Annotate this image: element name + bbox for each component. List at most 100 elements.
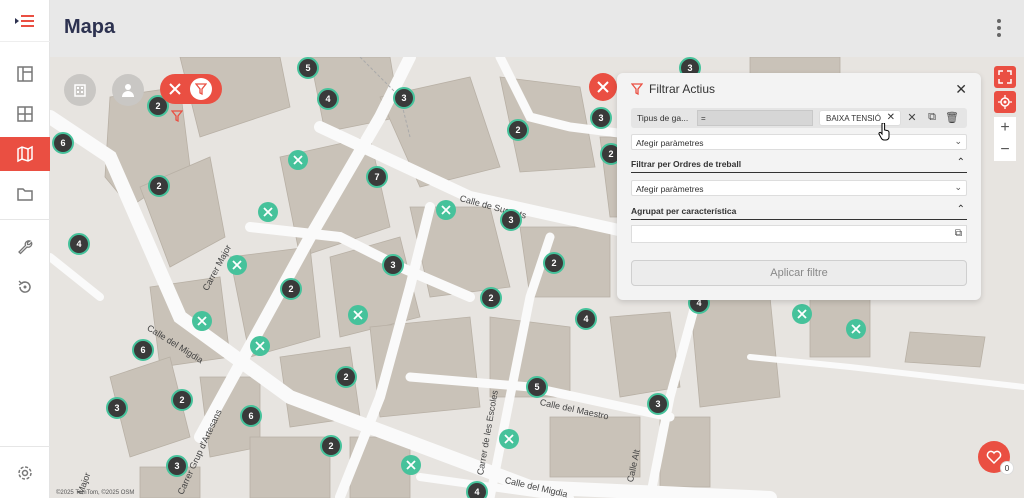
- asset-cluster-marker[interactable]: 7: [366, 166, 388, 188]
- tools-icon: [406, 460, 416, 470]
- asset-cluster-marker[interactable]: 2: [148, 175, 170, 197]
- external-link-icon[interactable]: ⧉: [925, 111, 939, 124]
- tools-icon: [232, 260, 242, 270]
- work-order-marker[interactable]: [250, 336, 270, 356]
- tools-icon: [597, 81, 609, 93]
- history-icon: [18, 280, 31, 293]
- tools-icon: [851, 324, 861, 334]
- asset-cluster-marker[interactable]: 3: [647, 393, 669, 415]
- section-header-grouped[interactable]: Agrupat per característica ⌃: [631, 204, 967, 220]
- asset-filter-toggle[interactable]: [589, 73, 617, 101]
- wrench-icon: [18, 240, 33, 255]
- work-order-marker[interactable]: [846, 319, 866, 339]
- trash-icon[interactable]: 🗑: [945, 111, 959, 124]
- map-attribution: ©2025 TomTom, ©2025 OSM: [56, 490, 135, 496]
- asset-cluster-marker[interactable]: 6: [52, 132, 74, 154]
- sidebar-divider: [0, 446, 50, 447]
- asset-cluster-marker[interactable]: 2: [543, 252, 565, 274]
- layer-users-button[interactable]: [112, 74, 144, 106]
- asset-cluster-marker[interactable]: 3: [500, 209, 522, 231]
- work-order-marker[interactable]: [288, 150, 308, 170]
- asset-cluster-marker[interactable]: 2: [480, 287, 502, 309]
- clear-value-icon[interactable]: ✕: [905, 111, 919, 124]
- asset-cluster-marker[interactable]: 2: [320, 435, 342, 457]
- add-parameters-select[interactable]: Afegir paràmetres ⌄: [631, 134, 967, 150]
- asset-cluster-marker[interactable]: 2: [280, 278, 302, 300]
- zoom-in-button[interactable]: +: [994, 117, 1016, 139]
- more-options-button[interactable]: [996, 19, 1002, 37]
- sidebar-item-grid[interactable]: [0, 97, 50, 131]
- asset-cluster-marker[interactable]: 6: [240, 405, 262, 427]
- sidebar-item-dashboard[interactable]: [0, 57, 50, 91]
- asset-cluster-marker[interactable]: 2: [335, 366, 357, 388]
- building-icon: [74, 84, 86, 97]
- asset-cluster-marker[interactable]: 2: [171, 389, 193, 411]
- work-order-marker[interactable]: [436, 200, 456, 220]
- sidebar-item-tools[interactable]: [0, 230, 50, 264]
- asset-cluster-marker[interactable]: 3: [382, 254, 404, 276]
- asset-cluster-marker[interactable]: 2: [507, 119, 529, 141]
- layer-assets-button[interactable]: [64, 74, 96, 106]
- work-order-marker[interactable]: [227, 255, 247, 275]
- asset-cluster-marker[interactable]: 5: [526, 376, 548, 398]
- work-order-marker[interactable]: [499, 429, 519, 449]
- menu-icon: [15, 14, 34, 27]
- user-icon: [122, 84, 134, 97]
- locate-button[interactable]: [994, 91, 1016, 113]
- sidebar-item-map[interactable]: [0, 137, 50, 171]
- fullscreen-button[interactable]: [994, 66, 1016, 88]
- close-button[interactable]: ✕: [955, 81, 967, 98]
- layout-icon: [17, 66, 33, 82]
- operator-select[interactable]: =: [697, 110, 813, 126]
- asset-cluster-marker[interactable]: 3: [106, 397, 128, 419]
- characteristic-input[interactable]: ⧉: [631, 225, 967, 243]
- panel-title: Filtrar Actius: [649, 82, 716, 96]
- apply-filter-button[interactable]: Aplicar filtre: [631, 260, 967, 286]
- sidebar: [0, 0, 50, 498]
- filter-active-icon: [171, 110, 183, 122]
- section-header-orders[interactable]: Filtrar per Ordres de treball ⌃: [631, 157, 967, 173]
- sidebar-item-history[interactable]: [0, 270, 50, 304]
- sidebar-item-settings[interactable]: [0, 456, 50, 490]
- asset-cluster-marker[interactable]: 4: [575, 308, 597, 330]
- tools-icon: [197, 316, 207, 326]
- section-title: Filtrar per Ordres de treball: [631, 159, 742, 169]
- work-orders-filter-toggle[interactable]: [160, 74, 222, 104]
- asset-cluster-marker[interactable]: 4: [466, 481, 488, 498]
- asset-cluster-marker[interactable]: 4: [317, 88, 339, 110]
- favorites-count-badge: 0: [1000, 461, 1014, 475]
- favorites-button[interactable]: 0: [978, 441, 1014, 475]
- external-link-icon[interactable]: ⧉: [955, 228, 962, 239]
- menu-toggle-button[interactable]: [0, 0, 50, 42]
- tools-icon: [797, 309, 807, 319]
- chevron-up-icon: ⌃: [956, 204, 965, 215]
- work-order-marker[interactable]: [258, 202, 278, 222]
- asset-cluster-marker[interactable]: 6: [132, 339, 154, 361]
- work-order-marker[interactable]: [401, 455, 421, 475]
- zoom-out-button[interactable]: −: [994, 139, 1016, 161]
- asset-cluster-marker[interactable]: 5: [297, 57, 319, 79]
- tools-icon: [293, 155, 303, 165]
- sidebar-divider: [0, 219, 50, 220]
- work-order-marker[interactable]: [348, 305, 368, 325]
- asset-cluster-marker[interactable]: 4: [68, 233, 90, 255]
- gear-icon: [18, 466, 32, 480]
- filter-condition-row: Tipus de ga... = BAIXA TENSIÓ ✕ ✕ ⧉ 🗑: [631, 108, 967, 128]
- page-title: Mapa: [64, 16, 116, 38]
- chevron-down-icon: ⌄: [954, 182, 962, 192]
- asset-cluster-marker[interactable]: 3: [166, 455, 188, 477]
- row-actions: ✕ ⧉ 🗑: [905, 111, 959, 124]
- add-parameters-select[interactable]: Afegir paràmetres ⌄: [631, 180, 967, 196]
- kebab-dot: [997, 26, 1001, 30]
- crosshair-icon: [998, 95, 1012, 109]
- filter-button[interactable]: [190, 78, 212, 100]
- hand-cursor-icon: [878, 123, 890, 141]
- tools-icon: [441, 205, 451, 215]
- asset-cluster-marker[interactable]: 3: [590, 107, 612, 129]
- work-order-marker[interactable]: [792, 304, 812, 324]
- work-order-marker[interactable]: [192, 311, 212, 331]
- tools-icon: [353, 310, 363, 320]
- remove-chip-icon[interactable]: ✕: [887, 112, 895, 123]
- sidebar-item-folder[interactable]: [0, 177, 50, 211]
- asset-cluster-marker[interactable]: 3: [393, 87, 415, 109]
